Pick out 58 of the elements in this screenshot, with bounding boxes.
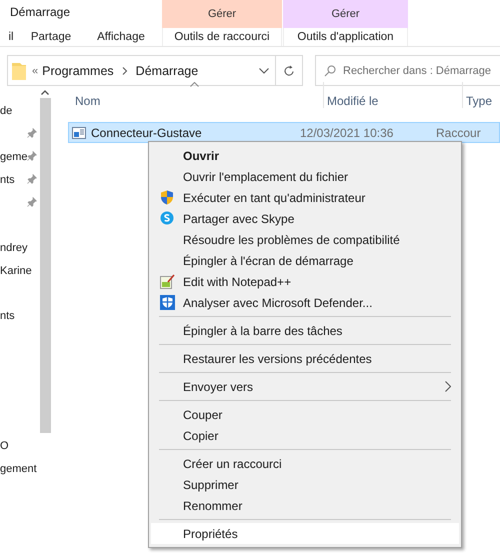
breadcrumb[interactable]: Programmes — [42, 64, 114, 78]
menu-item[interactable]: Edit with Notepad++ — [151, 271, 459, 292]
menu-item[interactable]: Couper — [151, 404, 459, 425]
tab-group-header: Gérer — [162, 0, 282, 28]
sort-caret-icon — [190, 82, 198, 87]
menu-item[interactable]: Créer un raccourci — [151, 453, 459, 474]
menu-item[interactable]: Analyser avec Microsoft Defender... — [151, 292, 459, 313]
skype-icon — [160, 211, 174, 225]
window-title: Démarrage — [9, 4, 72, 21]
tab-group-header: Gérer — [283, 0, 408, 28]
nav-item[interactable]: de — [0, 104, 12, 116]
search-field[interactable]: Rechercher dans : Démarrage — [315, 55, 500, 86]
column-header[interactable]: Type — [462, 82, 492, 108]
ribbon-tab[interactable]: Affichage — [80, 28, 162, 46]
chevron-down-icon — [259, 68, 269, 74]
modified-date: 12/03/2021 10:36 — [300, 126, 394, 140]
nav-item[interactable]: O — [0, 440, 9, 452]
file-name: Connecteur-Gustave — [91, 126, 202, 140]
menu-item[interactable]: Envoyer vers — [151, 376, 459, 397]
refresh-icon — [283, 64, 295, 76]
column-header[interactable]: Modifié le — [323, 82, 462, 108]
ribbon-tab[interactable]: Outils d'application — [283, 28, 408, 46]
search-icon — [324, 64, 336, 76]
menu-item[interactable]: Résoudre les problèmes de compatibilité — [151, 229, 459, 250]
menu-item[interactable]: Supprimer — [151, 474, 459, 495]
file-row[interactable]: Connecteur-Gustave 12/03/2021 10:36 Raccour — [68, 122, 500, 143]
defender-icon — [160, 295, 175, 310]
menu-item[interactable]: Renommer — [151, 495, 459, 516]
menu-item[interactable]: Partager avec Skype — [151, 208, 459, 229]
address-bar[interactable]: « Programmes Démarrage — [7, 55, 303, 86]
folder-icon — [12, 62, 26, 80]
scroll-up-icon — [41, 90, 49, 95]
menu-item[interactable]: Restaurer les versions précédentes — [151, 348, 459, 369]
ribbon-tab[interactable]: Outils de raccourci — [162, 28, 282, 46]
nav-item[interactable]: ndrey — [0, 242, 28, 254]
search-input[interactable]: Rechercher dans : Démarrage — [343, 64, 495, 76]
nav-item[interactable]: nts — [0, 174, 15, 186]
nav-item[interactable]: geme — [0, 150, 28, 162]
ribbon-tab[interactable]: Partage — [22, 28, 80, 46]
nav-item[interactable]: Karine — [0, 264, 32, 276]
shortcut-icon — [72, 126, 86, 138]
menu-item[interactable]: Propriétés — [151, 523, 459, 544]
ribbon-tab[interactable]: il — [0, 28, 22, 46]
shield-icon — [160, 190, 174, 205]
scrollbar-thumb[interactable] — [40, 98, 50, 433]
menu-item[interactable]: Épingler à la barre des tâches — [151, 320, 459, 341]
menu-item[interactable]: Épingler à l'écran de démarrage — [151, 250, 459, 271]
notepad-icon — [160, 274, 175, 289]
nav-item[interactable]: gement — [0, 462, 37, 474]
menu-item[interactable]: Exécuter en tant qu'administrateur — [151, 187, 459, 208]
breadcrumb[interactable]: Démarrage — [136, 64, 198, 78]
menu-item[interactable]: Ouvrir — [151, 145, 459, 166]
chevron-right-icon — [122, 66, 128, 74]
menu-item[interactable]: Ouvrir l'emplacement du fichier — [151, 166, 459, 187]
nav-item[interactable]: nts — [0, 310, 15, 322]
file-type: Raccour — [436, 126, 481, 140]
menu-item[interactable]: Copier — [151, 425, 459, 446]
overflow-chevrons[interactable]: « — [32, 64, 38, 76]
